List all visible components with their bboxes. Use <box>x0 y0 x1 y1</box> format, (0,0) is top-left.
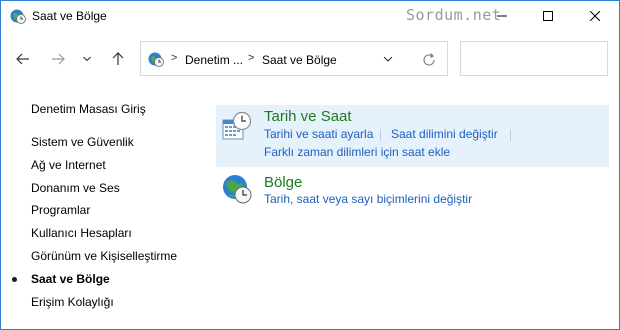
arrow-left-icon <box>16 53 29 65</box>
globe-clock-icon <box>148 52 164 67</box>
title-bar: Saat ve Bölge Sordum.net <box>1 1 619 31</box>
close-button[interactable] <box>572 1 618 31</box>
link-add-clocks[interactable]: Farklı zaman dilimleri için saat ekle <box>264 145 450 159</box>
sidebar-item-system-security[interactable]: Sistem ve Güvenlik <box>31 135 177 158</box>
sidebar-item-user-accounts[interactable]: Kullanıcı Hesapları <box>31 226 177 249</box>
breadcrumb-separator[interactable]: > <box>171 52 177 64</box>
category-date-time: Tarih ve Saat Tarihi ve saati ayarla Saa… <box>216 105 609 167</box>
globe-clock-icon <box>223 175 252 204</box>
breadcrumb-separator[interactable]: > <box>248 52 254 64</box>
sidebar-list: Sistem ve Güvenlik Ağ ve Internet Donanı… <box>12 135 177 318</box>
close-icon <box>590 11 600 21</box>
minimize-button[interactable] <box>479 1 525 31</box>
sidebar-item-network-internet[interactable]: Ağ ve Internet <box>31 158 177 181</box>
forward-button[interactable] <box>47 48 69 70</box>
back-button[interactable] <box>12 48 34 70</box>
sidebar-item-label: Saat ve Bölge <box>31 271 110 286</box>
window-title: Saat ve Bölge <box>32 9 107 23</box>
current-item-bullet <box>12 276 17 282</box>
sidebar-item-programs[interactable]: Programlar <box>31 203 177 226</box>
category-region: Bölge Tarih, saat veya sayı biçimlerini … <box>216 171 609 211</box>
breadcrumb-control-panel[interactable]: Denetim ... <box>185 53 243 67</box>
search-box[interactable] <box>460 41 608 76</box>
chevron-down-icon[interactable] <box>381 52 395 66</box>
link-divider <box>510 129 511 141</box>
link-change-formats[interactable]: Tarih, saat veya sayı biçimlerini değişt… <box>264 192 472 206</box>
link-set-date-time[interactable]: Tarihi ve saati ayarla <box>264 127 373 141</box>
sidebar-item-ease-of-access[interactable]: Erişim Kolaylığı <box>31 295 177 318</box>
up-button[interactable] <box>107 48 129 70</box>
sidebar-item-appearance[interactable]: Görünüm ve Kişiselleştirme <box>31 249 177 272</box>
sidebar-item-clock-region[interactable]: Saat ve Bölge <box>12 271 177 295</box>
search-input[interactable] <box>461 42 607 75</box>
link-change-time-zone[interactable]: Saat dilimini değiştir <box>391 127 498 141</box>
breadcrumb-clock-region[interactable]: Saat ve Bölge <box>262 53 337 67</box>
maximize-button[interactable] <box>525 1 571 31</box>
maximize-icon <box>543 11 553 21</box>
category-title-region[interactable]: Bölge <box>264 174 302 191</box>
globe-clock-icon <box>10 9 26 24</box>
minimize-icon <box>497 15 507 17</box>
chevron-down-icon <box>83 56 91 62</box>
calendar-clock-icon <box>222 111 252 140</box>
arrow-up-icon <box>112 52 124 65</box>
recent-locations-button[interactable] <box>79 48 95 70</box>
refresh-icon[interactable] <box>421 52 437 68</box>
link-divider <box>380 129 381 141</box>
control-panel-window: Saat ve Bölge Sordum.net > Denetim ... >… <box>0 0 620 330</box>
sidebar-item-hardware-sound[interactable]: Donanım ve Ses <box>31 181 177 204</box>
arrow-right-icon <box>52 53 65 65</box>
sidebar-home-link[interactable]: Denetim Masası Giriş <box>31 102 146 116</box>
category-title-date-time[interactable]: Tarih ve Saat <box>264 108 352 125</box>
address-bar[interactable]: > Denetim ... > Saat ve Bölge <box>140 41 448 76</box>
